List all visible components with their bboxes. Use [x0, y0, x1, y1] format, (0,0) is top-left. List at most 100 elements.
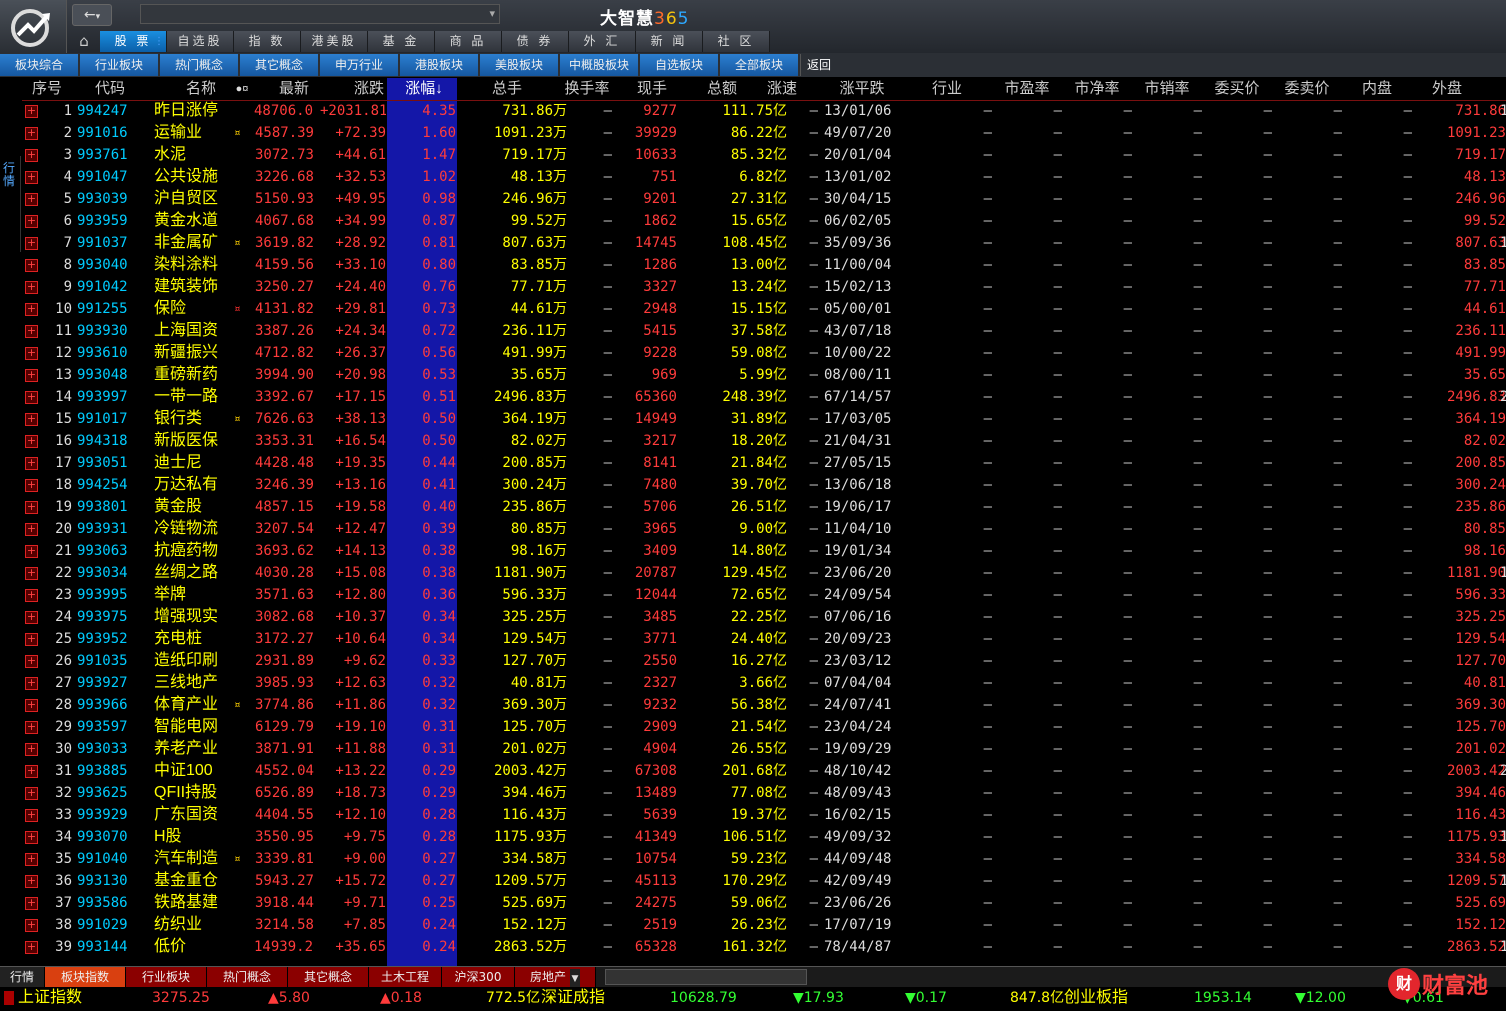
tab-bottom-1[interactable]: 板块指数 [45, 967, 126, 987]
table-row[interactable]: +15 991017 银行类 ¤ 7626.63 +38.13 0.50 364.19万 –14… [22, 408, 1506, 430]
table-row[interactable]: +2 991016 运输业 ¤ 4587.39 +72.39 1.60 1091.23万 –39… [22, 122, 1506, 144]
tab-main-0[interactable]: 股 票 ⋮ [100, 31, 167, 52]
table-row[interactable]: +32 993625 QFII持股 6526.89 +18.73 0.29 394.46万 –… [22, 782, 1506, 804]
table-row[interactable]: +4 991047 公共设施 3226.68 +32.53 1.02 48.13万 –751 6… [22, 166, 1506, 188]
table-row[interactable]: +5 993039 沪自贸区 5150.93 +49.95 0.98 246.96万 –920… [22, 188, 1506, 210]
tab-sub-1[interactable]: 行业板块 [80, 54, 158, 76]
tab-bottom-2[interactable]: 行业板块 [126, 967, 207, 987]
table-row[interactable]: +33 993929 广东国资 4404.55 +12.10 0.28 116.43万 –56… [22, 804, 1506, 826]
table-row[interactable]: +39993144低价14939.28+35.650.242863.52万–65… [22, 936, 1506, 958]
tab-bottom-4[interactable]: 其它概念 [288, 967, 369, 987]
table-row[interactable]: +37 993586 铁路基建 3918.44 +9.71 0.25 525.69万 –242… [22, 892, 1506, 914]
table-row[interactable]: +27 993927 三线地产 3985.93 +12.63 0.32 40.81万 –232… [22, 672, 1506, 694]
tab-sub-9[interactable]: 全部板块 [720, 54, 798, 76]
table-row[interactable]: +30 993033 养老产业 3871.91 +11.88 0.31 201.02万 –49… [22, 738, 1506, 760]
col-header-pb[interactable]: 市净率 [1062, 78, 1132, 100]
col-header-code[interactable]: 代码 [80, 78, 140, 100]
table-row[interactable]: +26 991035 造纸印刷 2931.89 +9.62 0.33 127.70万 –255… [22, 650, 1506, 672]
table-row[interactable]: +35 991040 汽车制造 ¤ 3339.81 +9.00 0.27 334.58万 –10… [22, 848, 1506, 870]
tab-sub-3[interactable]: 其它概念 [240, 54, 318, 76]
table-row[interactable]: +20 993931 冷链物流 3207.54 +12.47 0.39 80.85万 –396… [22, 518, 1506, 540]
col-header-amount[interactable]: 总额 [682, 78, 762, 100]
col-header-ask[interactable]: 委卖价 [1272, 78, 1342, 100]
table-row[interactable]: +24 993975 增强现实 3082.68 +10.37 0.34 325.25万 –34… [22, 606, 1506, 628]
index-name-sz[interactable]: 深证成指 [541, 987, 605, 1009]
col-header-name[interactable]: 名称 [172, 78, 230, 100]
table-row[interactable]: +1994247昨日涨停48706.07+2031.814.35731.86万–… [22, 100, 1506, 122]
table-row[interactable]: +23 993995 举牌 3571.63 +12.80 0.36 596.33万 –1204… [22, 584, 1506, 606]
tab-main-5[interactable]: 商 品 [435, 31, 502, 52]
col-header-seq[interactable]: 序号 [22, 78, 72, 100]
table-row[interactable]: +36 993130 基金重仓 5943.27 +15.72 0.27 1209.57万 –4… [22, 870, 1506, 892]
tab-main-9[interactable]: 社 区 [703, 31, 770, 52]
tab-bottom-3[interactable]: 热门概念 [207, 967, 288, 987]
table-row[interactable]: +31 993885 中证100 4552.04 +13.22 0.29 2003.42万 –… [22, 760, 1506, 782]
table-row[interactable]: +17 993051 迪士尼 4428.48 +19.35 0.44 200.85万 –814… [22, 452, 1506, 474]
table-row[interactable]: +9 991042 建筑装饰 3250.27 +24.40 0.76 77.71万 –3327… [22, 276, 1506, 298]
table-row[interactable]: +34 993070 H股 3550.95 +9.75 0.28 1175.93万 –4134… [22, 826, 1506, 848]
side-tab-quotes[interactable]: 行情 [0, 156, 21, 252]
col-header-vol[interactable]: 总手 [462, 78, 552, 100]
table-row[interactable]: +29 993597 智能电网 6129.79 +19.10 0.31 125.70万 –29… [22, 716, 1506, 738]
col-header-outer[interactable]: 外盘 [1422, 78, 1472, 100]
col-header-ps[interactable]: 市销率 [1132, 78, 1202, 100]
index-name-cy[interactable]: 创业板指 [1064, 987, 1128, 1009]
alert-icon[interactable] [4, 991, 14, 1005]
tab-sub-5[interactable]: 港股板块 [400, 54, 478, 76]
app-logo[interactable] [0, 0, 67, 53]
back-button[interactable]: ←▾ [72, 4, 112, 26]
tab-main-1[interactable]: 自选股 [167, 31, 234, 52]
table-row[interactable]: +28 993966 体育产业 ¤ 3774.86 +11.86 0.32 369.30万 –9… [22, 694, 1506, 716]
home-icon[interactable]: ⌂ [72, 31, 96, 51]
table-row[interactable]: +12 993610 新疆振兴 4712.82 +26.37 0.56 491.99万 –92… [22, 342, 1506, 364]
col-header-pe[interactable]: 市盈率 [992, 78, 1062, 100]
table-row[interactable]: +13 993048 重磅新药 3994.90 +20.98 0.53 35.65万 –969… [22, 364, 1506, 386]
tab-sub-4[interactable]: 申万行业 [320, 54, 398, 76]
command-input[interactable]: ▾ [140, 4, 500, 24]
menu-icon[interactable]: ⋮ [154, 31, 164, 52]
dropdown-arrow-icon[interactable]: ▼ [570, 969, 580, 989]
tab-main-4[interactable]: 基 金 [368, 31, 435, 52]
tab-bottom-0[interactable]: 行情▼ [0, 967, 45, 1009]
table-row[interactable]: +19 993801 黄金股 4857.15 +19.58 0.40 235.86万 –570… [22, 496, 1506, 518]
col-header-industry[interactable]: 行业 [912, 78, 982, 100]
tab-bottom-7[interactable]: 房地产 ▼ [515, 967, 596, 989]
tab-main-3[interactable]: 港美股 [301, 31, 368, 52]
tab-bottom-6[interactable]: 沪深300▼ [442, 967, 515, 1009]
col-header-speed[interactable]: 涨速 [762, 78, 802, 100]
index-name-sh[interactable]: 上证指数 [18, 987, 82, 1009]
tab-main-7[interactable]: 外 汇 [569, 31, 636, 52]
table-row[interactable]: +7 991037 非金属矿 ¤ 3619.82 +28.92 0.81 807.63万 –14… [22, 232, 1506, 254]
table-row[interactable]: +6 993959 黄金水道 4067.68 +34.99 0.87 99.52万 –1862… [22, 210, 1506, 232]
tab-main-8[interactable]: 新 闻 [636, 31, 703, 52]
dropdown-arrow-icon[interactable]: ▾ [489, 5, 495, 23]
col-header-pct[interactable]: 涨幅↓ [389, 78, 459, 100]
table-row[interactable]: +16 994318 新版医保 3353.31 +16.54 0.50 82.02万 –321… [22, 430, 1506, 452]
table-row[interactable]: +11 993930 上海国资 3387.26 +24.34 0.72 236.11万 –54… [22, 320, 1506, 342]
table-row[interactable]: +18 994254 万达私有 3246.39 +13.16 0.41 300.24万 –74… [22, 474, 1506, 496]
table-row[interactable]: +25 993952 充电桩 3172.27 +10.64 0.34 129.54万 –377… [22, 628, 1506, 650]
tab-main-2[interactable]: 指 数 [234, 31, 301, 52]
table-row[interactable]: +38 991029 纺织业 3214.58 +7.85 0.24 152.12万 –2519… [22, 914, 1506, 936]
tab-main-6[interactable]: 债 券 [502, 31, 569, 52]
col-header-last[interactable]: 最新 [254, 78, 334, 100]
tab-sub-0[interactable]: 板块综合 [0, 54, 78, 76]
table-row[interactable]: +3 993761 水泥 3072.73 +44.61 1.47 719.17万 –10633… [22, 144, 1506, 166]
col-header-turnover[interactable]: 换手率 [542, 78, 632, 100]
tab-sub-6[interactable]: 美股板块 [480, 54, 558, 76]
table-row[interactable]: +14 993997 一带一路 3392.67 +17.15 0.51 2496.83万 –6… [22, 386, 1506, 408]
col-header-bid[interactable]: 委买价 [1202, 78, 1272, 100]
tab-sub-8[interactable]: 自选板块 [640, 54, 718, 76]
table-row[interactable]: +10 991255 保险 ¤ 4131.82 +29.81 0.73 44.61万 –2948… [22, 298, 1506, 320]
table-row[interactable]: +21 993063 抗癌药物 3693.62 +14.13 0.38 98.16万 –340… [22, 540, 1506, 562]
table-row[interactable]: +22 993034 丝绸之路 4030.28 +15.08 0.38 1181.90万 –2… [22, 562, 1506, 584]
tab-sub-2[interactable]: 热门概念 [160, 54, 238, 76]
col-header-inner[interactable]: 内盘 [1342, 78, 1412, 100]
table-row[interactable]: +8 993040 染料涂料 4159.56 +33.10 0.80 83.85万 –1286… [22, 254, 1506, 276]
horizontal-scrollbar[interactable] [605, 969, 807, 985]
col-header-updown[interactable]: 涨平跌 [822, 78, 902, 100]
back-button-sub[interactable]: 返回 [800, 54, 837, 76]
col-header-flags[interactable]: ●¤ [230, 78, 254, 100]
tab-bottom-5[interactable]: 土木工程▼ [369, 967, 442, 1009]
tab-sub-7[interactable]: 中概股板块 [560, 54, 638, 76]
